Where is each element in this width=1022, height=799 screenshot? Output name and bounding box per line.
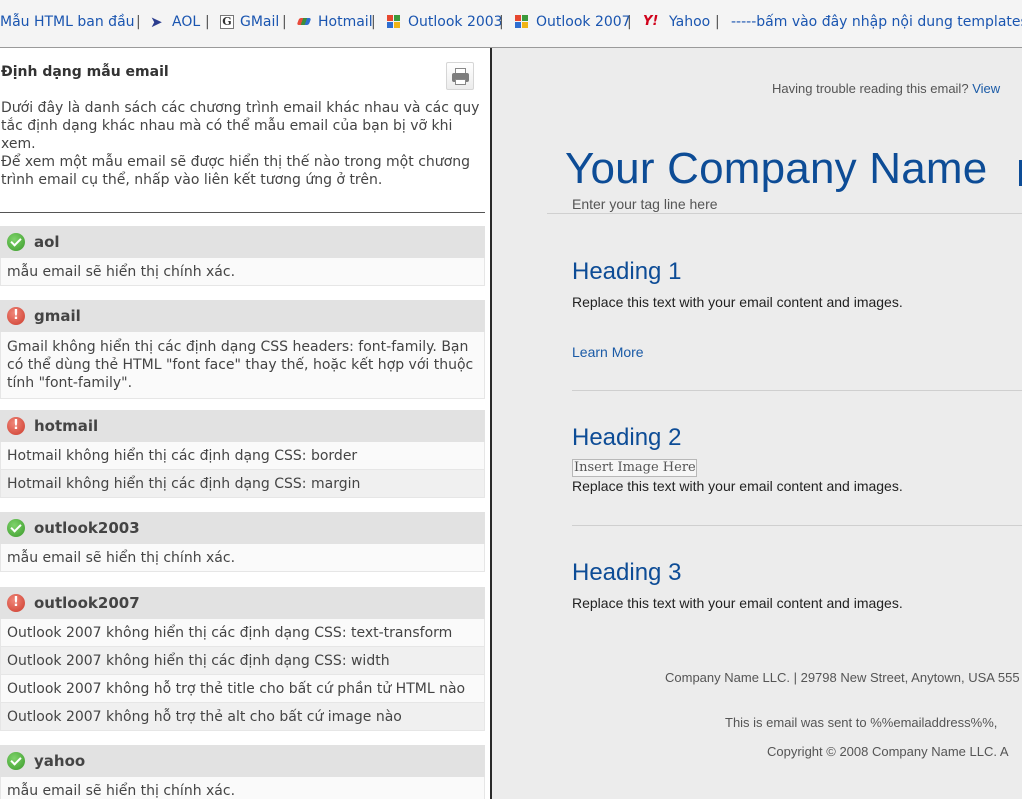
client-header: gmail bbox=[0, 300, 485, 332]
nav-original-template-link[interactable]: Mẫu HTML ban đầu bbox=[0, 14, 135, 30]
client-message: mẫu email sẽ hiển thị chính xác. bbox=[0, 544, 485, 572]
footer-copyright: Copyright © 2008 Company Name LLC. A bbox=[767, 744, 1009, 759]
outlook-2003-icon bbox=[386, 14, 402, 30]
trouble-text: Having trouble reading this email? bbox=[772, 81, 969, 96]
nav-label: Mẫu HTML ban đầu bbox=[0, 14, 135, 30]
client-header: outlook2003 bbox=[0, 512, 485, 544]
client-message: mẫu email sẽ hiển thị chính xác. bbox=[0, 777, 485, 799]
nav-yahoo-link[interactable]: Y! Yahoo bbox=[643, 14, 710, 30]
client-message: Outlook 2007 không hiển thị các định dạn… bbox=[0, 619, 485, 647]
panel-title: Định dạng mẫu email bbox=[1, 64, 169, 80]
client-outlook2003: outlook2003 mẫu email sẽ hiển thị chính … bbox=[0, 512, 485, 572]
nav-label: -----bấm vào đây nhập nội dung templates… bbox=[731, 14, 1022, 30]
header-divider bbox=[547, 213, 1022, 214]
client-message: mẫu email sẽ hiển thị chính xác. bbox=[0, 258, 485, 286]
section-heading: Heading 3 bbox=[572, 559, 682, 586]
nav-outlook-2007-link[interactable]: Outlook 2007 bbox=[514, 14, 631, 30]
client-header: outlook2007 bbox=[0, 587, 485, 619]
nav-gmail-link[interactable]: G GMail bbox=[220, 14, 279, 30]
view-online-link[interactable]: View bbox=[972, 81, 1000, 96]
client-outlook2007: outlook2007 Outlook 2007 không hiển thị … bbox=[0, 587, 485, 731]
trouble-reading-notice: Having trouble reading this email? View bbox=[772, 81, 1000, 96]
client-name: outlook2007 bbox=[34, 594, 140, 612]
client-message: Hotmail không hiển thị các định dạng CSS… bbox=[0, 470, 485, 498]
error-icon bbox=[7, 594, 25, 612]
client-hotmail: hotmail Hotmail không hiển thị các định … bbox=[0, 410, 485, 498]
client-message: Outlook 2007 không hiển thị các định dạn… bbox=[0, 647, 485, 675]
email-preview-pane: Having trouble reading this email? View … bbox=[492, 48, 1022, 799]
template-preview-nav: Mẫu HTML ban đầu | ➤ AOL | G GMail | Hot… bbox=[0, 0, 1022, 48]
section-divider bbox=[572, 390, 1022, 391]
nav-label: GMail bbox=[240, 14, 280, 30]
panel-description: Dưới đây là danh sách các chương trình e… bbox=[1, 100, 480, 152]
nav-separator: | bbox=[205, 14, 210, 30]
hotmail-icon bbox=[296, 16, 312, 28]
client-name: aol bbox=[34, 233, 60, 251]
client-name: outlook2003 bbox=[34, 519, 140, 537]
image-placeholder: Insert Image Here bbox=[572, 459, 697, 477]
client-header: aol bbox=[0, 226, 485, 258]
nav-label: Outlook 2007 bbox=[536, 14, 631, 30]
section-divider bbox=[572, 525, 1022, 526]
client-aol: aol mẫu email sẽ hiển thị chính xác. bbox=[0, 226, 485, 286]
panel-divider bbox=[0, 212, 485, 213]
company-name: Your Company Name bbox=[565, 144, 988, 193]
client-name: yahoo bbox=[34, 752, 86, 770]
panel-instructions: Để xem một mẫu email sẽ được hiển thị th… bbox=[1, 154, 470, 188]
check-icon bbox=[7, 519, 25, 537]
check-icon bbox=[7, 233, 25, 251]
nav-hotmail-link[interactable]: Hotmail bbox=[296, 14, 373, 30]
nav-label: AOL bbox=[172, 14, 201, 30]
nav-outlook-2003-link[interactable]: Outlook 2003 bbox=[386, 14, 503, 30]
nav-label: Outlook 2003 bbox=[408, 14, 503, 30]
nav-aol-link[interactable]: ➤ AOL bbox=[150, 14, 200, 30]
section-body: Replace this text with your email conten… bbox=[572, 595, 903, 611]
client-header: hotmail bbox=[0, 410, 485, 442]
printer-icon[interactable] bbox=[446, 62, 474, 90]
error-icon bbox=[7, 417, 25, 435]
nav-separator: | bbox=[371, 14, 376, 30]
error-icon bbox=[7, 307, 25, 325]
check-icon bbox=[7, 752, 25, 770]
section-body: Replace this text with your email conten… bbox=[572, 294, 903, 310]
section-heading: Heading 2 bbox=[572, 424, 682, 451]
section-body: Replace this text with your email conten… bbox=[572, 478, 903, 494]
learn-more-link[interactable]: Learn More bbox=[572, 344, 644, 360]
nav-enter-template-link[interactable]: -----bấm vào đây nhập nội dung templates… bbox=[731, 14, 1022, 30]
client-yahoo: yahoo mẫu email sẽ hiển thị chính xác. bbox=[0, 745, 485, 799]
client-gmail: gmail Gmail không hiển thị các định dạng… bbox=[0, 300, 485, 399]
email-format-panel: Định dạng mẫu email Dưới đây là danh sác… bbox=[0, 48, 490, 799]
footer-sent-to: This is email was sent to %%emailaddress… bbox=[725, 715, 998, 730]
client-name: hotmail bbox=[34, 417, 99, 435]
client-header: yahoo bbox=[0, 745, 485, 777]
aol-icon: ➤ bbox=[150, 13, 163, 31]
client-message: Outlook 2007 không hỗ trợ thẻ alt cho bấ… bbox=[0, 703, 485, 731]
nav-separator: | bbox=[499, 14, 504, 30]
footer-address: Company Name LLC. | 29798 New Street, An… bbox=[665, 670, 1020, 685]
nav-label: Hotmail bbox=[318, 14, 373, 30]
client-message: Gmail không hiển thị các định dạng CSS h… bbox=[0, 332, 485, 399]
gmail-icon: G bbox=[220, 15, 234, 29]
tagline: Enter your tag line here bbox=[572, 196, 718, 212]
outlook-2007-icon bbox=[514, 14, 530, 30]
nav-separator: | bbox=[282, 14, 287, 30]
nav-separator: | bbox=[627, 14, 632, 30]
client-message: Outlook 2007 không hỗ trợ thẻ title cho … bbox=[0, 675, 485, 703]
nav-separator: | bbox=[136, 14, 141, 30]
nav-separator: | bbox=[715, 14, 720, 30]
nav-label: Yahoo bbox=[669, 14, 711, 30]
client-name: gmail bbox=[34, 307, 81, 325]
yahoo-icon: Y! bbox=[643, 14, 659, 29]
client-message: Hotmail không hiển thị các định dạng CSS… bbox=[0, 442, 485, 470]
section-heading: Heading 1 bbox=[572, 258, 682, 285]
